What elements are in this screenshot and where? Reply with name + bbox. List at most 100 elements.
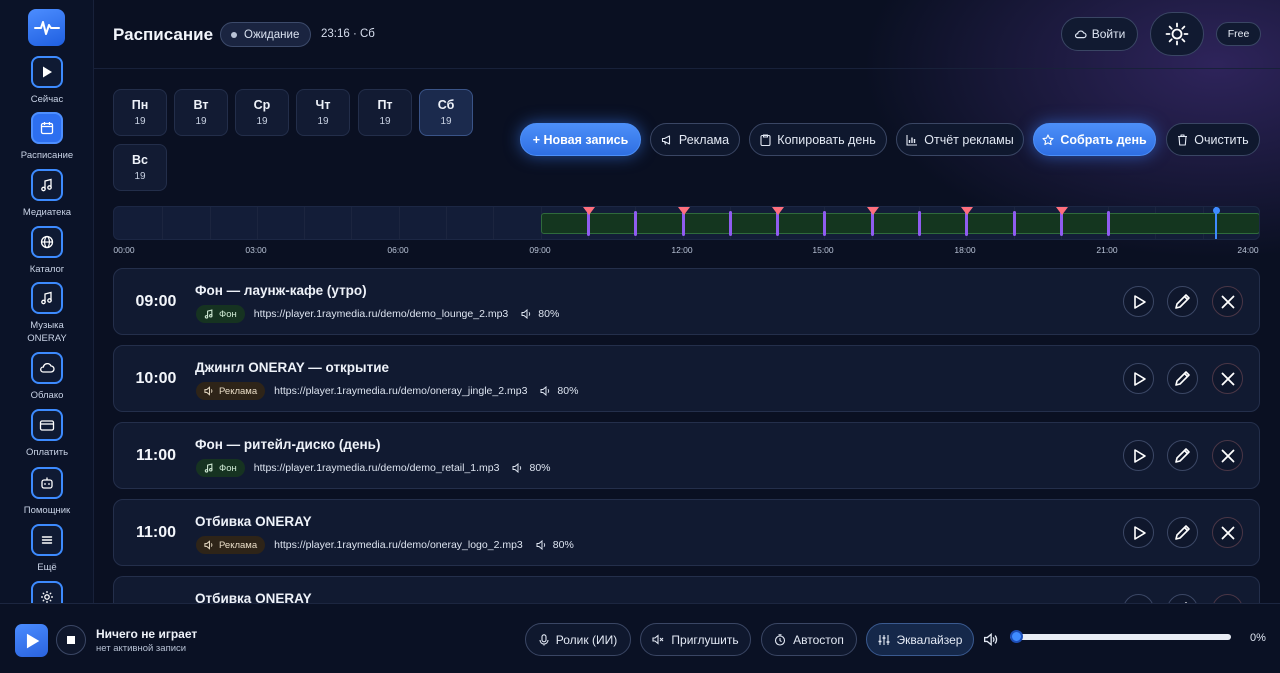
sidebar-item-label: Сейчас (30, 94, 64, 105)
autostop-button[interactable]: Автостоп (761, 623, 857, 656)
day-number: 19 (134, 116, 146, 127)
timeline-ad-marker[interactable] (961, 207, 973, 215)
day-tab-fri[interactable]: Пт 19 (358, 89, 412, 136)
entry-delete-button[interactable] (1212, 594, 1243, 603)
entry-delete-button[interactable] (1212, 286, 1243, 317)
entry-delete-button[interactable] (1212, 517, 1243, 548)
timeline-hour-label: 09:00 (529, 245, 551, 255)
entry-play-button[interactable] (1123, 363, 1154, 394)
speaker-icon (512, 463, 522, 473)
sidebar-item-cloud[interactable]: Облако (0, 352, 93, 402)
timeline-track-marker[interactable] (918, 211, 921, 236)
schedule-entry[interactable]: 10:00 Джингл ONERAY — открытие Реклама h… (113, 345, 1260, 412)
sidebar-item-now[interactable]: Сейчас (0, 56, 93, 106)
autostop-label: Автостоп (793, 632, 844, 647)
timeline-track-marker[interactable] (634, 211, 637, 236)
timeline-ad-marker[interactable] (583, 207, 595, 215)
player-stop-button[interactable] (56, 625, 86, 655)
timeline-track-marker[interactable] (1107, 211, 1110, 236)
volume-slider-knob[interactable] (1010, 630, 1023, 643)
day-timeline[interactable] (113, 206, 1260, 240)
player-play-button[interactable] (15, 624, 48, 657)
volume-slider[interactable] (1010, 630, 1231, 643)
mute-button[interactable]: Приглушить (640, 623, 751, 656)
sidebar-item-oneray-music[interactable]: Музыка ONERAY (0, 282, 93, 345)
day-number: 19 (440, 116, 452, 127)
sidebar-item-label: Каталог (29, 264, 65, 275)
plan-badge: Free (1216, 22, 1261, 46)
play-icon (1133, 525, 1146, 540)
sidebar-item-label: Помощник (23, 505, 71, 516)
login-button[interactable]: Войти (1061, 17, 1138, 51)
play-icon (1133, 294, 1146, 309)
schedule-entry[interactable]: Отбивка ONERAY (113, 576, 1260, 603)
equalizer-label: Эквалайзер (896, 632, 963, 647)
sidebar-item-label: Облако (30, 390, 64, 401)
entry-volume: 80% (538, 308, 560, 320)
entry-tag: Фон (196, 459, 245, 477)
equalizer-button[interactable]: Эквалайзер (866, 623, 974, 656)
timeline-ad-marker[interactable] (1056, 207, 1068, 215)
entry-edit-button[interactable] (1167, 286, 1198, 317)
entry-delete-button[interactable] (1212, 440, 1243, 471)
play-icon (1133, 371, 1146, 386)
entry-edit-button[interactable] (1167, 517, 1198, 548)
day-tab-tue[interactable]: Вт 19 (174, 89, 228, 136)
music-note-icon (41, 178, 52, 192)
timeline-ad-marker[interactable] (678, 207, 690, 215)
ad-report-button[interactable]: Отчёт рекламы (896, 123, 1024, 156)
ai-clip-button[interactable]: Ролик (ИИ) (525, 623, 631, 656)
entry-edit-button[interactable] (1167, 594, 1198, 603)
sidebar-item-media[interactable]: Медиатека (0, 169, 93, 219)
entry-volume: 80% (557, 385, 579, 397)
build-day-button[interactable]: Собрать день (1033, 123, 1156, 156)
entry-tag: Реклама (196, 382, 266, 400)
copy-day-button[interactable]: Копировать день (749, 123, 887, 156)
theme-toggle-button[interactable] (1150, 12, 1204, 56)
entry-play-button[interactable] (1123, 517, 1154, 548)
sun-icon (1165, 22, 1189, 46)
entry-play-button[interactable] (1123, 286, 1154, 317)
entry-play-button[interactable] (1123, 594, 1154, 603)
entry-url: https://player.1raymedia.ru/demo/demo_re… (253, 462, 500, 474)
timeline-hour-line (493, 207, 494, 239)
sidebar-item-pay[interactable]: Оплатить (0, 409, 93, 459)
entry-delete-button[interactable] (1212, 363, 1243, 394)
sidebar-item-catalog[interactable]: Каталог (0, 226, 93, 276)
day-tab-thu[interactable]: Чт 19 (296, 89, 350, 136)
timeline-hour-line (304, 207, 305, 239)
equalizer-icon (878, 634, 890, 645)
app-logo[interactable] (28, 9, 65, 46)
timeline-track-marker[interactable] (1013, 211, 1016, 236)
day-tab-sun[interactable]: Вс 19 (113, 144, 167, 191)
now-playing-title: Ничего не играет (96, 627, 198, 641)
new-entry-button[interactable]: + Новая запись (520, 123, 641, 156)
day-tab-mon[interactable]: Пн 19 (113, 89, 167, 136)
day-tab-sat[interactable]: Сб 19 (419, 89, 473, 136)
schedule-entry[interactable]: 11:00 Фон — ритейл-диско (день) Фон http… (113, 422, 1260, 489)
entry-title: Фон — ритейл-диско (день) (195, 437, 381, 452)
timeline-ad-marker[interactable] (867, 207, 879, 215)
ads-button[interactable]: Реклама (650, 123, 740, 156)
status-dot (231, 31, 237, 38)
timeline-ad-marker[interactable] (772, 207, 784, 215)
day-number: 19 (379, 116, 391, 127)
pulse-logo-icon (33, 20, 60, 35)
sidebar-item-schedule[interactable]: Расписание (0, 112, 93, 162)
timeline-track-marker[interactable] (729, 211, 732, 236)
mute-label: Приглушить (671, 632, 739, 647)
play-icon (1133, 448, 1146, 463)
entry-play-button[interactable] (1123, 440, 1154, 471)
entry-edit-button[interactable] (1167, 363, 1198, 394)
schedule-entry[interactable]: 11:00 Отбивка ONERAY Реклама https://pla… (113, 499, 1260, 566)
clear-button[interactable]: Очистить (1166, 123, 1260, 156)
entry-edit-button[interactable] (1167, 440, 1198, 471)
schedule-entry[interactable]: 09:00 Фон — лаунж-кафе (утро) Фон https:… (113, 268, 1260, 335)
sidebar-item-more[interactable]: Ещё (0, 524, 93, 574)
day-tab-wed[interactable]: Ср 19 (235, 89, 289, 136)
sidebar-item-settings[interactable] (0, 581, 93, 603)
timeline-track-marker[interactable] (823, 211, 826, 236)
entry-url: https://player.1raymedia.ru/demo/oneray_… (274, 385, 528, 397)
play-icon (43, 66, 52, 78)
sidebar-item-assistant[interactable]: Помощник (0, 467, 93, 517)
